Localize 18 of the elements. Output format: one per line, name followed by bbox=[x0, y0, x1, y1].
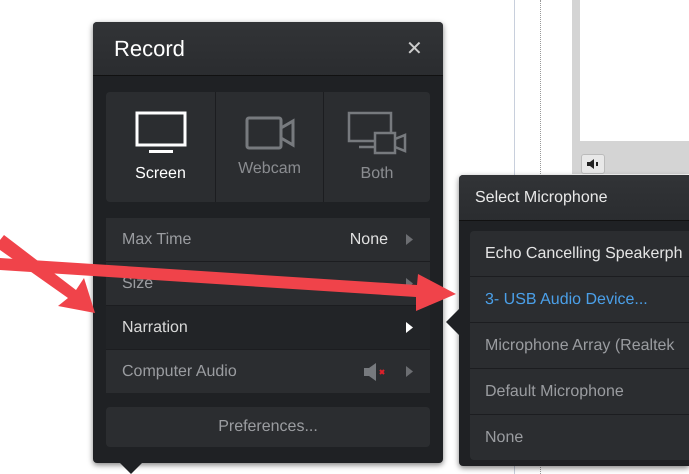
microphone-option[interactable]: None bbox=[470, 415, 689, 460]
setting-label: Computer Audio bbox=[122, 362, 238, 380]
panel-title: Select Microphone bbox=[475, 188, 608, 206]
settings-row[interactable]: Narration bbox=[106, 306, 430, 350]
settings-row[interactable]: Max Time None bbox=[106, 218, 430, 262]
mode-tab[interactable]: Webcam bbox=[216, 92, 324, 202]
microphone-option[interactable]: 3- USB Audio Device... bbox=[470, 277, 689, 323]
mode-tab[interactable]: Both bbox=[324, 92, 430, 202]
microphone-option[interactable]: Microphone Array (Realtek bbox=[470, 323, 689, 369]
setting-value: None bbox=[350, 230, 388, 248]
microphone-option[interactable]: Default Microphone bbox=[470, 369, 689, 415]
microphone-option[interactable]: Echo Cancelling Speakerph bbox=[470, 231, 689, 277]
close-button[interactable]: ✕ bbox=[406, 36, 423, 61]
preferences-button[interactable]: Preferences... bbox=[106, 407, 430, 447]
panel-title: Record bbox=[114, 36, 185, 62]
setting-label: Max Time bbox=[122, 230, 192, 248]
mode-tab[interactable]: Screen bbox=[106, 92, 216, 202]
setting-label: Narration bbox=[122, 318, 189, 336]
